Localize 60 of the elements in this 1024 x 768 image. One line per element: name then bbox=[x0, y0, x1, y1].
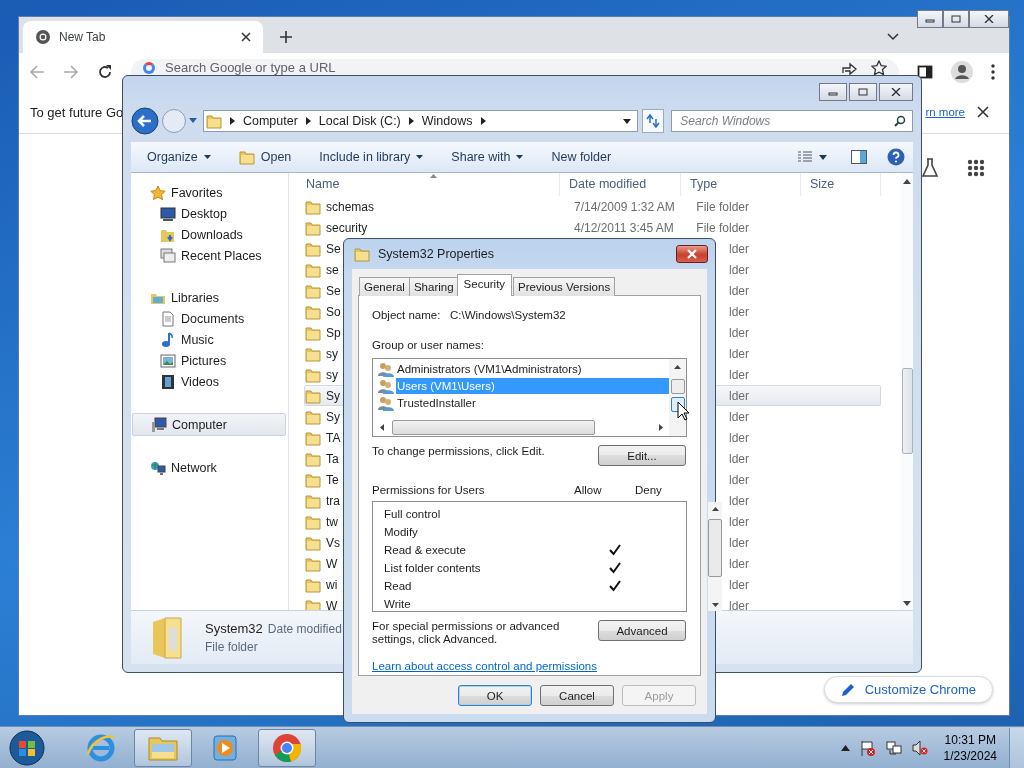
type-cell: lder bbox=[729, 535, 749, 550]
file-name: Sp bbox=[326, 325, 341, 340]
date-cell: 4/12/2011 3:45 AM bbox=[574, 220, 674, 235]
type-cell: lder bbox=[729, 598, 749, 610]
type-cell: lder bbox=[729, 325, 749, 340]
permission-name: Read & execute bbox=[384, 544, 467, 556]
permissions-label: Permissions for Users bbox=[372, 484, 486, 496]
file-name: TA bbox=[326, 430, 341, 445]
permission-name: List folder contents bbox=[384, 562, 482, 574]
type-cell: lder bbox=[729, 241, 749, 256]
file-name: schemas bbox=[326, 199, 375, 214]
group-label: Group or user names: bbox=[372, 338, 485, 353]
file-name: tw bbox=[326, 514, 338, 529]
file-name: Se bbox=[326, 241, 341, 256]
type-cell: lder bbox=[729, 472, 749, 487]
file-name: Sy bbox=[326, 388, 340, 403]
type-cell: lder bbox=[729, 346, 749, 361]
file-name: Te bbox=[326, 472, 339, 487]
type-cell: lder bbox=[729, 451, 749, 466]
type-cell: lder bbox=[729, 388, 749, 403]
file-name: Vs bbox=[326, 535, 340, 550]
file-name: W bbox=[326, 556, 338, 571]
type-cell: lder bbox=[729, 577, 749, 592]
type-cell: lder bbox=[729, 367, 749, 382]
file-name: Se bbox=[326, 283, 341, 298]
file-name: sy bbox=[326, 367, 338, 382]
type-cell: lder bbox=[729, 514, 749, 529]
field-label: Object name: bbox=[372, 309, 442, 321]
file-name: sy bbox=[326, 346, 338, 361]
file-name: security bbox=[326, 220, 368, 235]
file-name: Ta bbox=[326, 451, 339, 466]
type-cell: lder bbox=[729, 409, 749, 424]
type-cell: lder bbox=[729, 304, 749, 319]
item-meta-label: Date modified bbox=[267, 622, 342, 636]
file-name: tra bbox=[326, 493, 340, 508]
type-cell: lder bbox=[729, 262, 749, 277]
item-name: System32 bbox=[205, 621, 263, 636]
object-name: C:\Windows\System32 bbox=[450, 309, 566, 321]
file-name: Sy bbox=[326, 409, 340, 424]
type-cell: File folder bbox=[696, 220, 749, 235]
type-cell: File folder bbox=[696, 199, 749, 214]
file-name: wi bbox=[326, 577, 338, 592]
file-name: So bbox=[326, 304, 341, 319]
date-cell: 7/14/2009 1:32 AM bbox=[574, 199, 675, 214]
type-cell: lder bbox=[729, 556, 749, 571]
type-cell: lder bbox=[729, 430, 749, 445]
permission-name: Full control bbox=[384, 508, 442, 520]
dialog-title: System32 Properties bbox=[378, 247, 495, 261]
column-header: Allow bbox=[574, 484, 603, 496]
permission-name: Read bbox=[384, 580, 413, 592]
type-cell: lder bbox=[729, 493, 749, 508]
file-name: se bbox=[326, 262, 339, 277]
permission-name: Write bbox=[384, 598, 412, 610]
instruction-text: For special permissions or advanced settings, click Advanced. bbox=[372, 620, 561, 646]
file-name: W bbox=[326, 598, 338, 610]
item-type: File folder bbox=[205, 640, 259, 654]
instruction-text: To change permissions, click Edit. bbox=[372, 445, 545, 457]
column-header: Deny bbox=[635, 484, 663, 496]
permission-name: Modify bbox=[384, 526, 419, 538]
type-cell: lder bbox=[729, 283, 749, 298]
